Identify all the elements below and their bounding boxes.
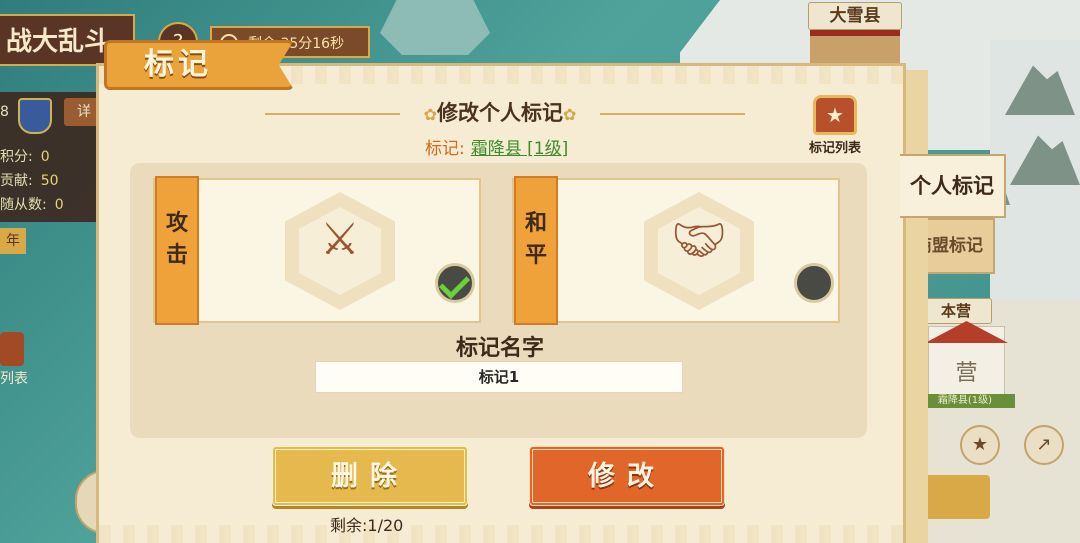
dialog-title-banner: 标记	[104, 40, 294, 90]
stat-value: 0	[54, 197, 64, 213]
option-emblem-frame: ⚔	[285, 192, 395, 310]
handshake-icon: 🤝︎	[671, 215, 727, 266]
stat-label: 贡献:	[0, 173, 33, 189]
right-action-button[interactable]	[925, 475, 990, 519]
stat-followers: 随从数: 0	[0, 194, 64, 214]
selected-check-icon[interactable]	[435, 263, 475, 303]
tab-personal-mark[interactable]: 个人标记	[900, 154, 1006, 218]
flower-icon: ✿	[563, 105, 577, 124]
stat-contribution: 贡献: 50	[0, 170, 59, 190]
camp-subtext: 霜降县(1级)	[915, 394, 1015, 408]
stat-label: 积分:	[0, 149, 33, 165]
pattern-border	[99, 525, 903, 543]
peace-option[interactable]: 和平 🤝︎	[512, 176, 840, 325]
map-tile[interactable]	[380, 0, 490, 55]
star-icon[interactable]: ★	[960, 425, 1000, 465]
peace-label: 和平	[524, 211, 547, 268]
home-base-label[interactable]: 本营	[920, 298, 992, 324]
attack-option[interactable]: 攻击 ⚔	[153, 176, 481, 325]
divider	[600, 113, 745, 115]
camp-sign: 营	[955, 361, 978, 386]
home-camp-icon[interactable]: 营	[925, 321, 1008, 398]
option-scroll: 攻击	[155, 176, 199, 325]
share-icon[interactable]: ↗	[1024, 425, 1064, 465]
attack-label: 攻击	[165, 211, 188, 268]
list-label: 列表	[0, 371, 28, 387]
mark-location-link[interactable]: 霜降县 [1级]	[471, 139, 568, 159]
side-small-button[interactable]: 年	[0, 228, 26, 254]
list-icon[interactable]	[0, 332, 24, 366]
flower-icon: ✿	[423, 105, 437, 124]
stat-value: 0	[40, 149, 50, 165]
stat-label: 随从数:	[0, 197, 47, 213]
county-label[interactable]: 大雪县	[808, 2, 902, 30]
subtitle-text: 修改个人标记	[437, 101, 563, 125]
crossed-swords-icon: ⚔	[320, 214, 360, 265]
dialog-subtitle-row: ✿修改个人标记✿	[0, 98, 1080, 128]
option-emblem-frame: 🤝︎	[644, 192, 754, 310]
unselected-radio-icon[interactable]	[794, 263, 834, 303]
star-flag-icon: ★	[813, 95, 857, 135]
remaining-count: 剩余:1/20	[330, 516, 404, 535]
mark-name-input[interactable]: 标记1	[315, 361, 683, 393]
divider	[265, 113, 400, 115]
option-scroll: 和平	[514, 176, 558, 325]
modify-button[interactable]: 修改	[529, 446, 725, 506]
delete-button[interactable]: 删除	[272, 446, 468, 506]
stat-score: 积分: 0	[0, 146, 50, 166]
dialog-subtitle: ✿修改个人标记✿	[400, 98, 600, 130]
mark-key: 标记:	[425, 139, 465, 159]
mark-list-button[interactable]: ★ 标记列表	[800, 95, 870, 157]
current-mark-info: 标记: 霜降县 [1级]	[425, 134, 568, 159]
dialog-title: 标记	[144, 47, 212, 82]
mark-name-label: 标记名字	[455, 336, 544, 361]
stat-value: 50	[40, 173, 59, 189]
mark-list-label: 标记列表	[808, 141, 861, 156]
